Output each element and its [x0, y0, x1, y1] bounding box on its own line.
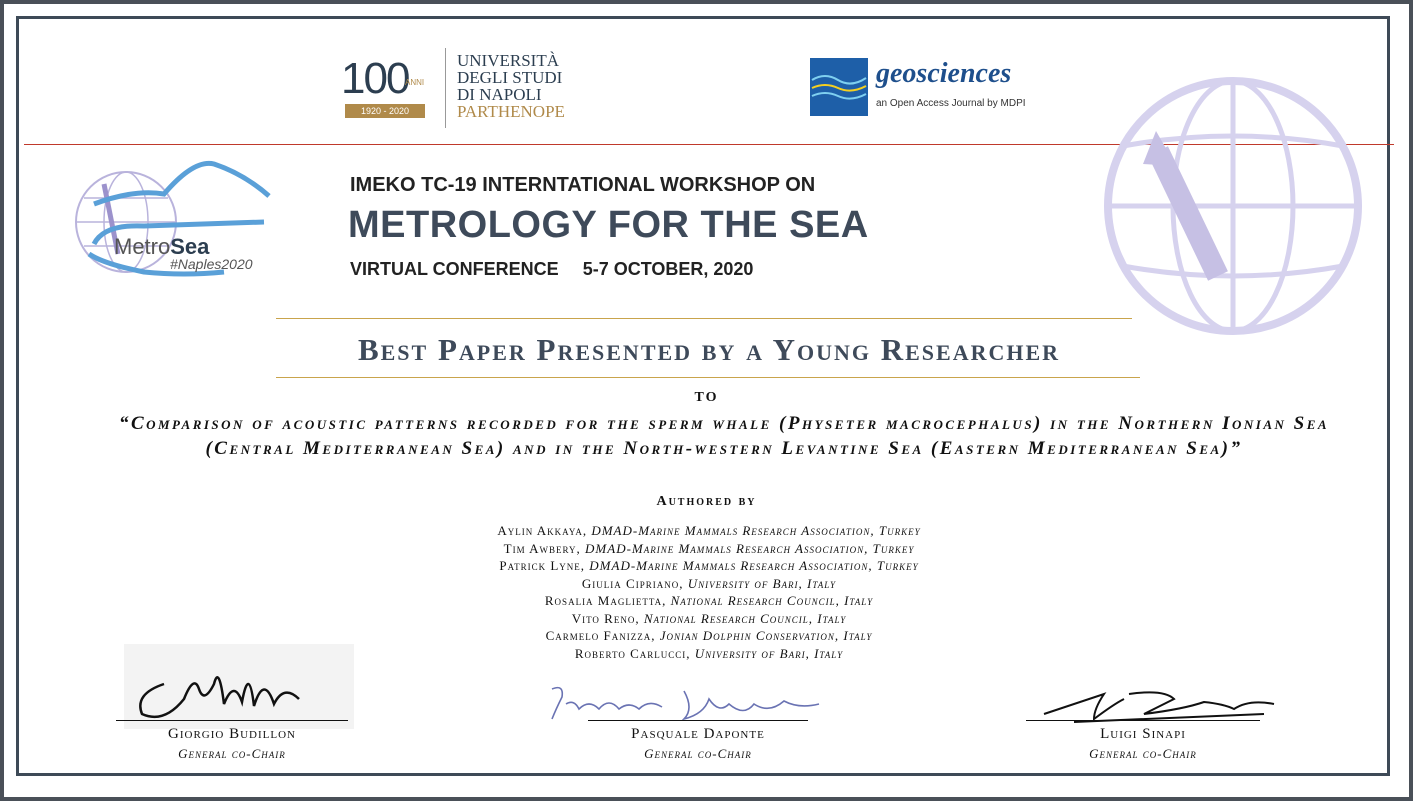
author-affiliation: University of Bari, Italy [687, 575, 837, 591]
signature-line [116, 720, 348, 721]
author-line: Aylin Akkaya, DMAD-Marine Mammals Resear… [497, 523, 921, 538]
university-name-line: UNIVERSITÀ [457, 51, 559, 70]
brand-light: Metro [114, 234, 171, 259]
certificate-page: 100 ANNI 1920 - 2020 UNIVERSITÀ DEGLI ST… [4, 4, 1409, 797]
authored-by: Authored by [656, 494, 757, 509]
author-affiliation: National Research Council, Italy [670, 593, 874, 608]
university-name: UNIVERSITÀ DEGLI STUDI DI NAPOLI PARTHEN… [457, 52, 565, 120]
signature-line [1026, 720, 1260, 721]
author-name: Vito Reno [571, 610, 636, 626]
author-name: Carmelo Fanizza [545, 628, 652, 643]
author-affiliation: DMAD-Marine Mammals Research Association… [585, 540, 915, 556]
conference-info: VIRTUAL CONFERENCE 5-7 OCTOBER, 2020 [350, 259, 753, 280]
signatory-name: Giorgio Budillon [168, 726, 296, 742]
signature-line [588, 720, 808, 721]
signatory-role: General co-Chair [178, 746, 286, 761]
author-name: Tim Awbery [503, 540, 577, 556]
conference-line: IMEKO TC-19 INTERNTATIONAL WORKSHOP ON [350, 174, 816, 196]
conference-dates: 5-7 OCTOBER, 2020 [582, 259, 754, 279]
university-name-line: DI NAPOLI [457, 85, 542, 104]
author-name: Aylin Akkaya [497, 523, 583, 538]
author-affiliation: National Research Council, Italy [643, 610, 847, 626]
award-rule-top [276, 318, 1132, 319]
author-affiliation: DMAD-Marine Mammals Research Association… [589, 558, 919, 573]
award-to: TO [694, 390, 719, 405]
author-line: Vito Reno, National Research Council, It… [571, 610, 847, 626]
university-name-line: PARTHENOPE [457, 102, 565, 121]
signatory-role: General co-Chair [1089, 746, 1197, 761]
signatory-role: General co-Chair [644, 746, 752, 761]
metrosea-tag: #Naples2020 [170, 256, 253, 272]
signature-daponte [551, 686, 820, 721]
author-affiliation: DMAD-Marine Mammals Research Association… [591, 523, 921, 538]
logo-separator [445, 48, 446, 128]
signature-budillon [124, 644, 354, 729]
conference-title: METROLOGY FOR THE SEA [348, 204, 869, 246]
journal-subtitle: an Open Access Journal by MDPI [876, 98, 1026, 109]
award-rule-bottom [276, 377, 1140, 378]
signatory-name: Luigi Sinapi [1100, 726, 1186, 742]
university-name-line: DEGLI STUDI [457, 68, 563, 87]
signatory-name: Pasquale Daponte [631, 726, 765, 742]
anniversary-years: 1920 - 2020 [345, 104, 425, 118]
award-title: Best Paper Presented by a Young Research… [357, 332, 1061, 367]
author-name: Patrick Lyne [499, 558, 581, 573]
paper-title: “Comparison of acoustic patterns recorde… [118, 413, 1330, 459]
author-line: Giulia Cipriano, University of Bari, Ita… [581, 575, 837, 591]
author-line: Patrick Lyne, DMAD-Marine Mammals Resear… [499, 558, 919, 573]
author-affiliation: University of Bari, Italy [694, 645, 844, 661]
journal-waves-icon [810, 58, 868, 116]
author-line: Roberto Carlucci, University of Bari, It… [574, 645, 844, 661]
author-affiliation: Jonian Dolphin Conservation, Italy [659, 628, 873, 643]
author-line: Carmelo Fanizza, Jonian Dolphin Conserva… [545, 628, 873, 643]
anniversary-word: ANNI [405, 78, 425, 87]
author-line: Tim Awbery, DMAD-Marine Mammals Research… [503, 540, 915, 556]
metrosea-logo: MetroSea #Naples2020 [64, 154, 284, 284]
journal-name: geosciences [876, 58, 1012, 89]
author-line: Rosalia Maglietta, National Research Cou… [544, 593, 874, 608]
author-name: Giulia Cipriano [581, 575, 680, 591]
author-name: Roberto Carlucci [574, 645, 687, 661]
author-list: Aylin Akkaya, DMAD-Marine Mammals Resear… [304, 522, 1114, 662]
conference-format: VIRTUAL CONFERENCE [350, 259, 559, 279]
author-name: Rosalia Maglietta [544, 593, 663, 608]
globe-watermark-icon [1104, 77, 1362, 335]
anniversary-number: 100 [341, 54, 410, 103]
